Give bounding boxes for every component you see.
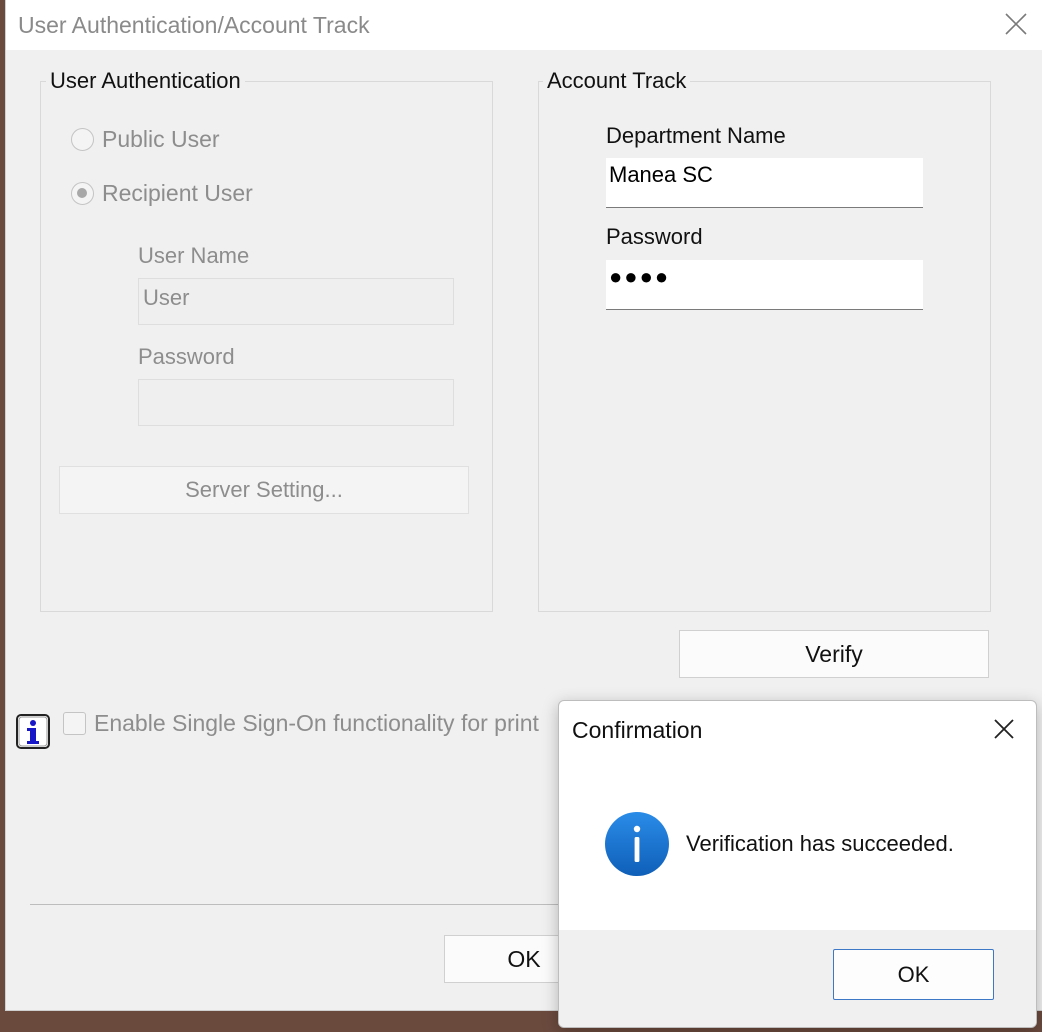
sso-checkbox[interactable] — [63, 712, 86, 735]
title-bar: User Authentication/Account Track — [6, 0, 1042, 50]
public-user-radio[interactable]: Public User — [71, 122, 220, 156]
window-title: User Authentication/Account Track — [18, 12, 370, 38]
account-password-label: Password — [606, 224, 703, 249]
confirmation-ok-button[interactable]: OK — [833, 949, 994, 1000]
user-name-label: User Name — [138, 243, 250, 268]
user-authentication-group — [40, 81, 493, 612]
confirmation-message: Verification has succeeded. — [686, 831, 954, 856]
account-password-input[interactable]: ●●●● — [606, 260, 923, 310]
recipient-user-radio[interactable]: Recipient User — [71, 176, 253, 210]
separator — [30, 904, 630, 905]
department-name-label: Department Name — [606, 123, 786, 148]
verify-button[interactable]: Verify — [679, 630, 989, 678]
confirmation-close-icon[interactable] — [990, 715, 1018, 743]
department-name-input[interactable]: Manea SC — [606, 158, 923, 208]
info-icon[interactable] — [15, 712, 51, 750]
confirmation-dialog: Confirmation Verification has succeeded.… — [558, 700, 1037, 1028]
sso-checkbox-label: Enable Single Sign-On functionality for … — [94, 710, 539, 736]
server-setting-button[interactable]: Server Setting... — [59, 466, 469, 514]
user-name-field[interactable]: User — [138, 278, 454, 325]
user-password-label: Password — [138, 344, 235, 369]
recipient-user-label: Recipient User — [102, 179, 253, 206]
public-user-label: Public User — [102, 125, 220, 152]
close-icon[interactable] — [1002, 10, 1030, 38]
user-authentication-title: User Authentication — [46, 68, 245, 94]
recipient-user-radio-circle[interactable] — [71, 181, 94, 205]
user-password-field[interactable] — [138, 379, 454, 426]
confirmation-title: Confirmation — [572, 717, 703, 743]
public-user-radio-circle[interactable] — [71, 127, 94, 151]
information-icon — [604, 811, 670, 877]
account-track-title: Account Track — [543, 68, 691, 94]
confirmation-footer: OK — [559, 930, 1036, 1027]
